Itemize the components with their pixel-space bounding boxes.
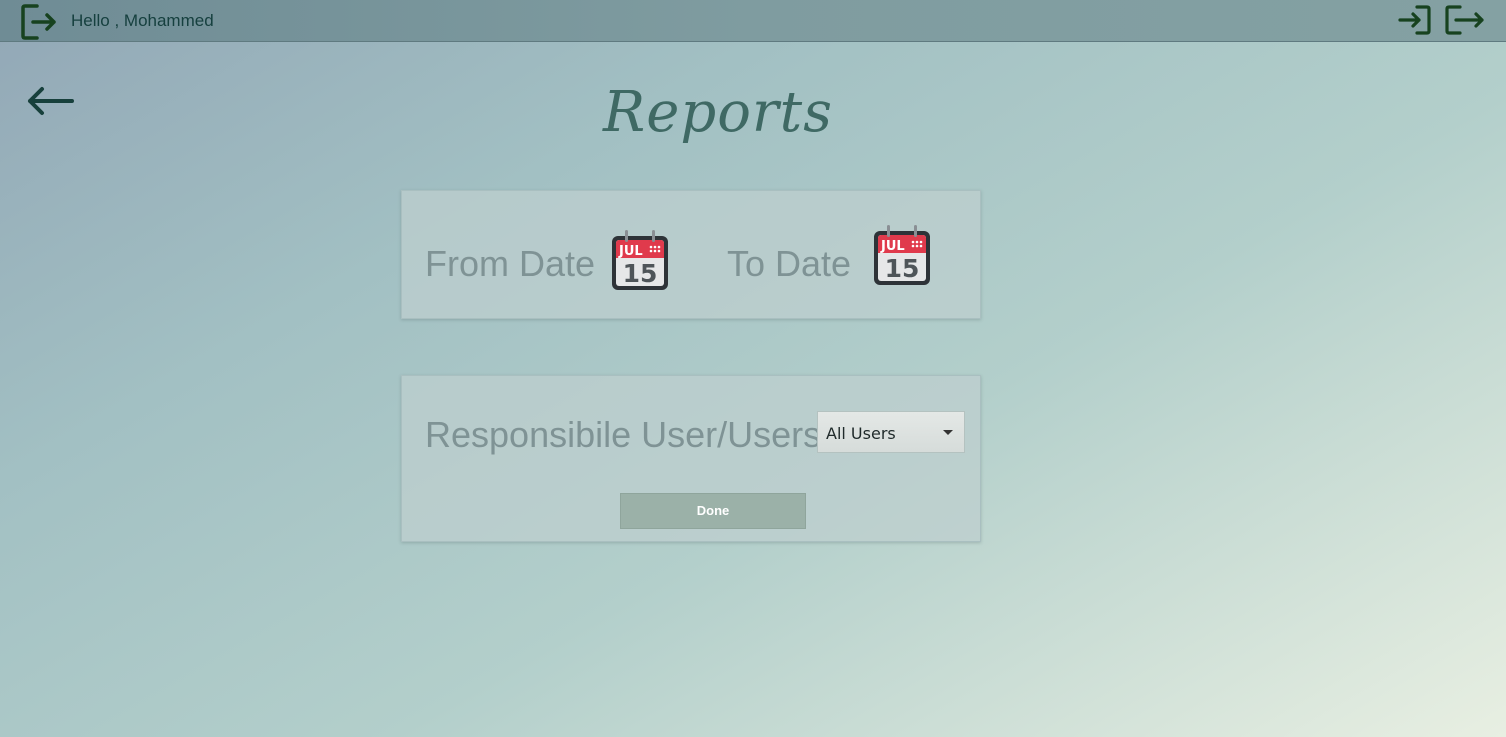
greeting-text: Hello , Mohammed	[71, 11, 214, 30]
top-bar: Hello , Mohammed	[0, 0, 1506, 42]
from-date-label: From Date	[425, 243, 596, 284]
to-date-calendar-icon[interactable]: JUL 15	[872, 223, 932, 287]
calendar-month-text: JUL	[618, 244, 643, 259]
login-icon[interactable]	[1397, 4, 1433, 41]
users-select-value: All Users	[826, 424, 896, 443]
calendar-month-text: JUL	[880, 239, 905, 254]
done-button[interactable]: Done	[620, 493, 806, 529]
calendar-day-text: 15	[623, 259, 658, 288]
to-date-label: To Date	[727, 243, 852, 284]
calendar-day-text: 15	[885, 254, 920, 283]
page-title: Reports	[603, 80, 833, 145]
responsible-users-label: Responsibile User/Users	[425, 414, 822, 455]
chevron-down-icon	[943, 430, 953, 435]
users-panel: Responsibile User/Users All Users Done	[401, 375, 981, 542]
users-select[interactable]: All Users	[817, 411, 965, 453]
from-date-calendar-icon[interactable]: JUL 15	[610, 228, 670, 292]
date-range-panel: From Date JUL 15 To Date JUL 15	[401, 190, 981, 319]
logout-icon[interactable]	[20, 3, 60, 46]
logout-icon[interactable]	[1444, 4, 1488, 41]
